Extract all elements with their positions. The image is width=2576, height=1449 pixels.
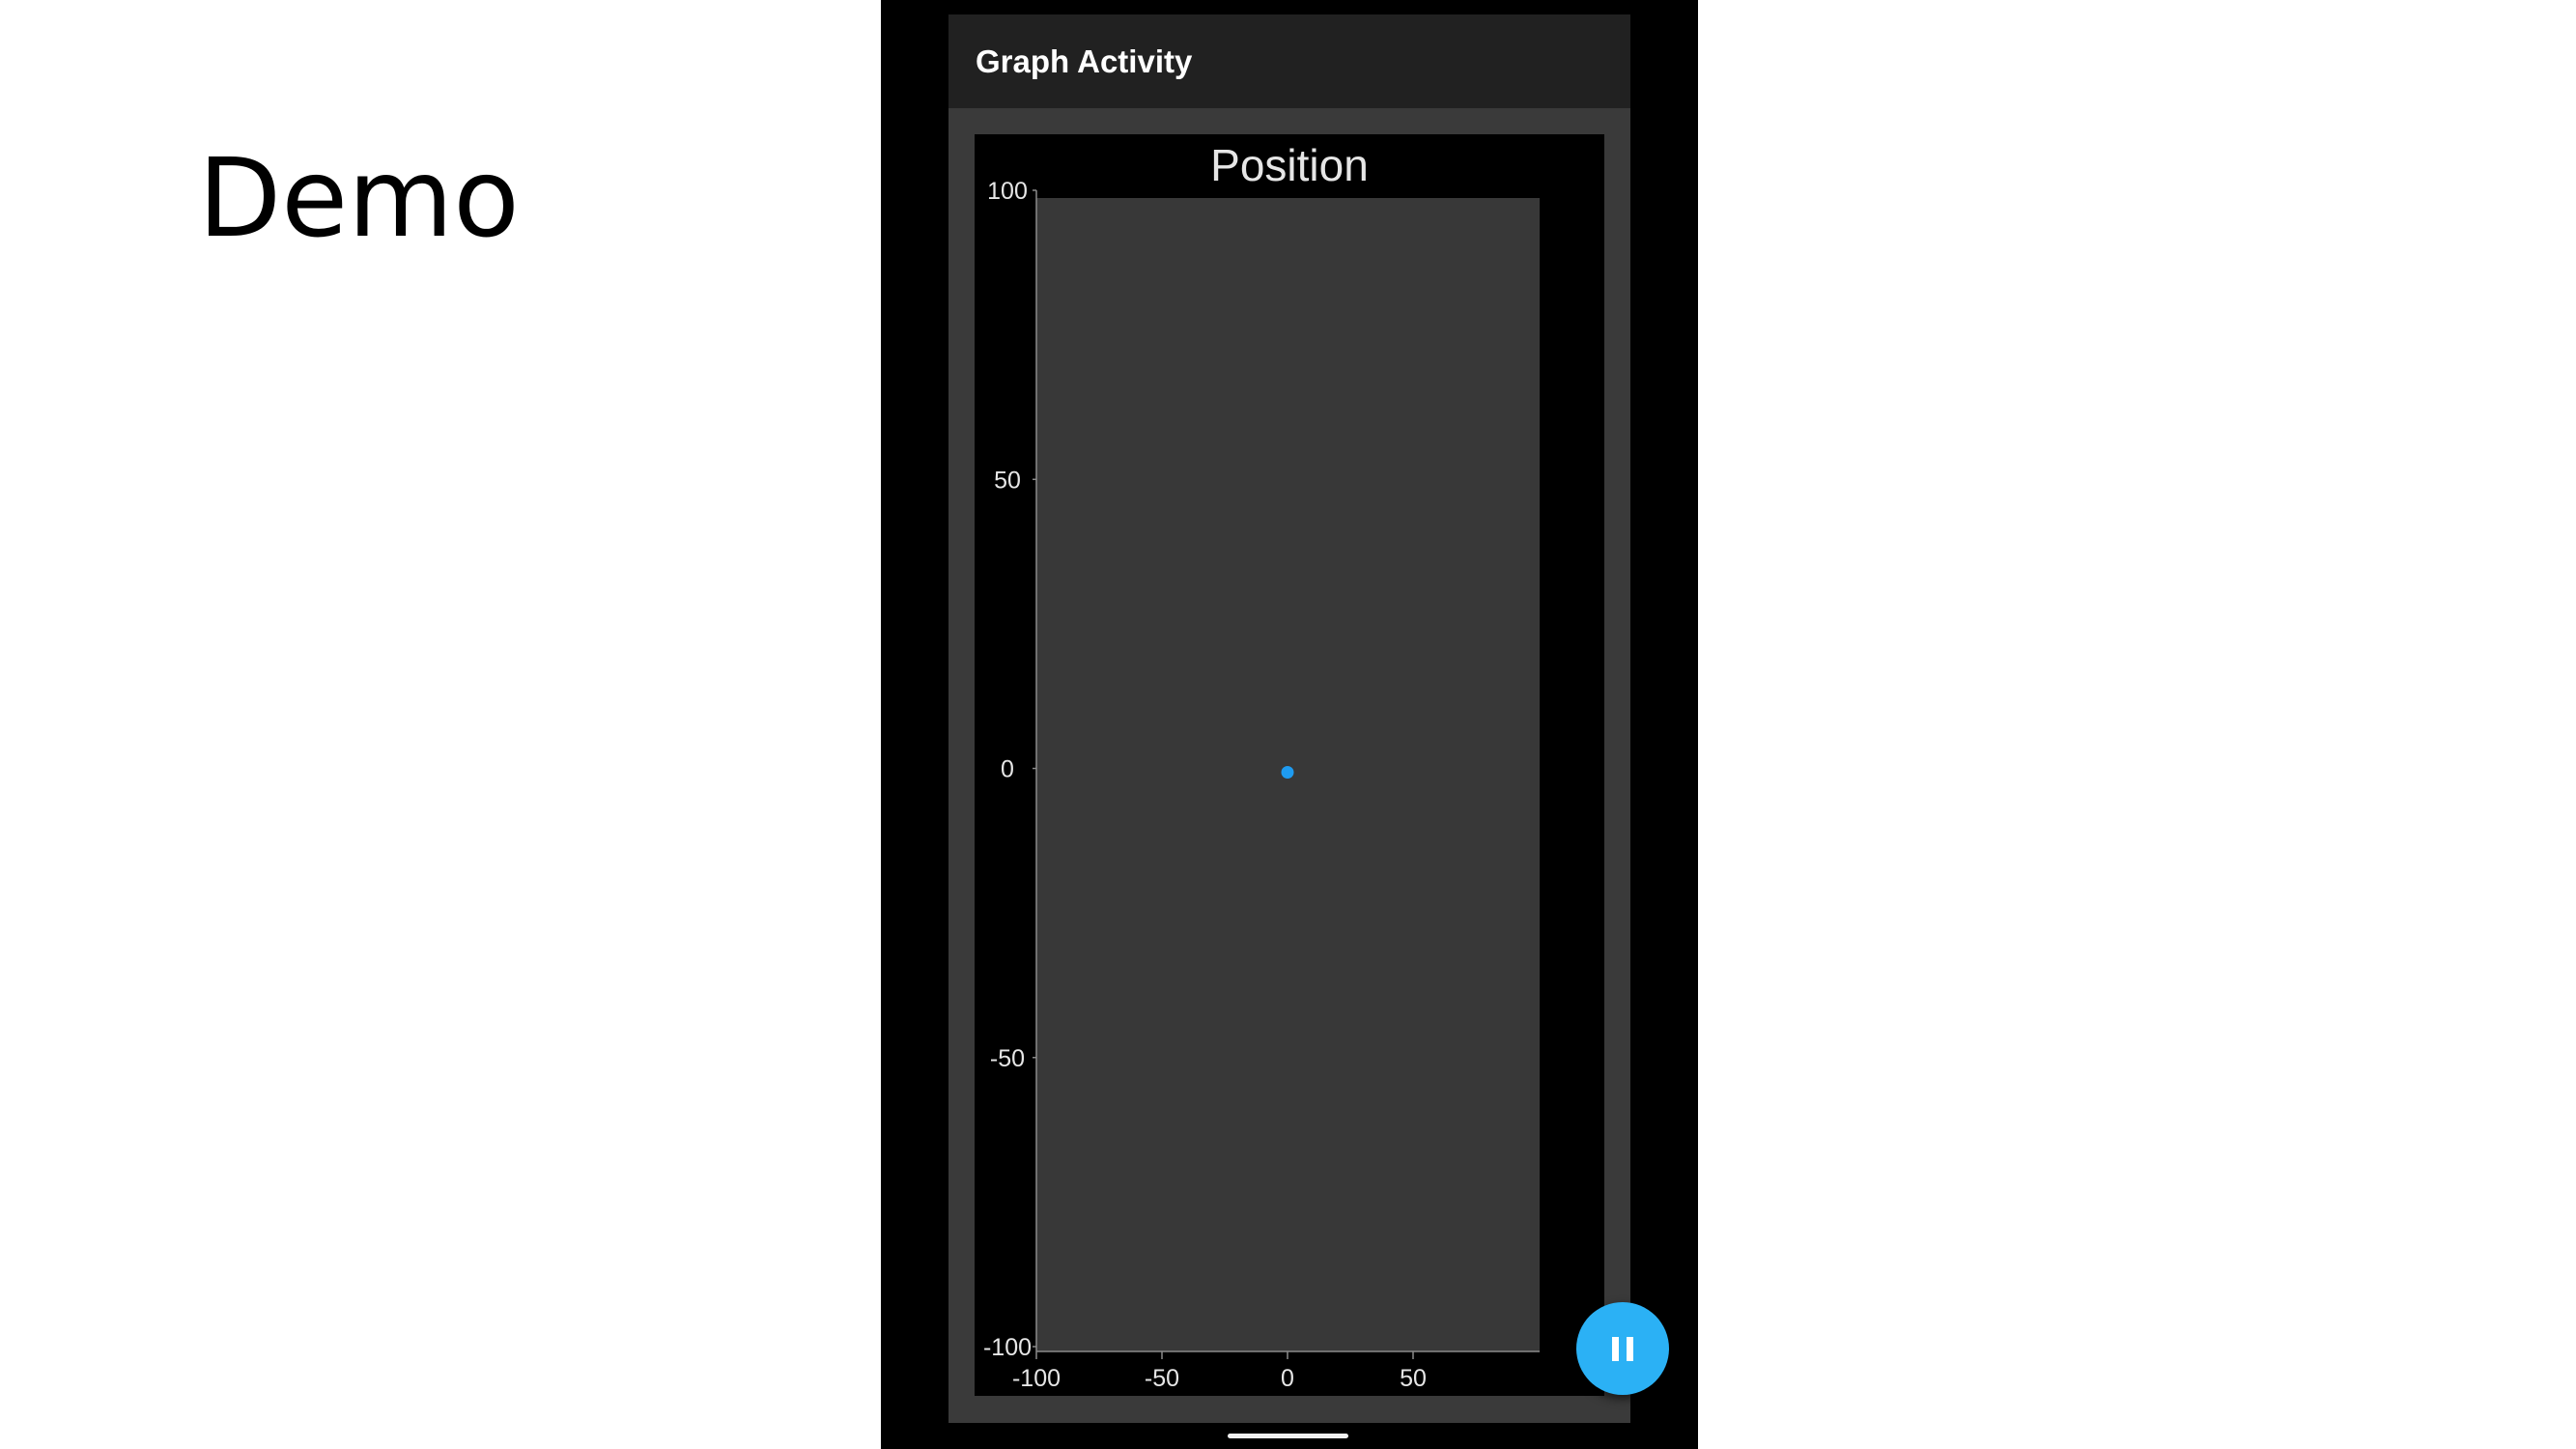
app-bar: Graph Activity xyxy=(948,14,1630,108)
pause-button[interactable] xyxy=(1576,1302,1669,1395)
home-indicator[interactable] xyxy=(1228,1434,1348,1438)
app-window: Graph Activity Position 100 50 0 -50 -100 -10… xyxy=(948,14,1669,1423)
y-tick-label: -100 xyxy=(983,1334,1032,1361)
phone-frame: Graph Activity Position 100 50 0 -50 -100 -10… xyxy=(881,0,1698,1449)
position-chart: Position 100 50 0 -50 -100 -100 -50 0 50 xyxy=(983,140,1540,1392)
y-tick-label: 100 xyxy=(987,178,1028,205)
y-tick-label: -50 xyxy=(990,1045,1025,1072)
y-tick-label: 50 xyxy=(994,467,1021,494)
pause-icon xyxy=(1608,1336,1637,1361)
data-points xyxy=(1281,766,1294,779)
x-tick-label: -100 xyxy=(1012,1365,1061,1392)
x-tick-label: -50 xyxy=(1145,1365,1179,1392)
x-tick-label: 50 xyxy=(1400,1365,1427,1392)
x-tick-label: 0 xyxy=(1281,1365,1294,1392)
graph-card: Position 100 50 0 -50 -100 -100 -50 0 50 xyxy=(975,134,1604,1396)
y-tick-label: 0 xyxy=(1001,756,1014,783)
data-point xyxy=(1281,766,1294,779)
slide-title: Demo xyxy=(198,136,520,262)
app-title: Graph Activity xyxy=(976,43,1193,79)
chart-title: Position xyxy=(1210,140,1369,190)
